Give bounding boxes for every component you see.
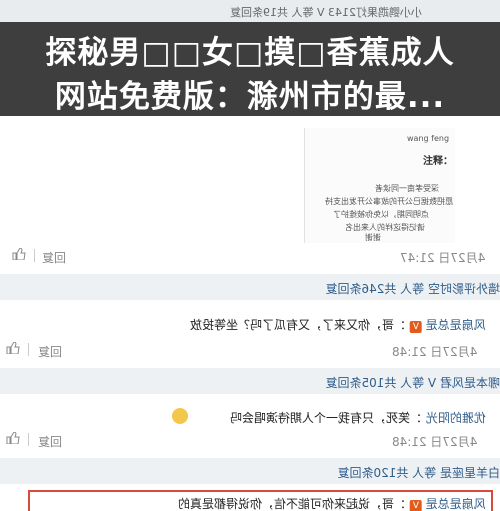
comment-2-actions: 回复 4月27日 21:48 [0,340,500,360]
top-partial-row: 小小鹦鹉果灯2143 V 等人 共19条回复 [0,4,500,20]
document-line-5: 谢谢 [365,233,381,242]
document-line-3: 点明同期，以免你被维护了 [333,210,429,219]
title-line-1: 探秘男□□女□摸□香蕉成人 [45,35,455,71]
comment-3-actions: 回复 4月27日 21:48 [0,430,500,450]
reply-link[interactable]: 回复 [38,343,62,360]
comment-body: ：笑死，只有我一个人期待演唱会吗 [230,411,423,425]
thumbs-up-icon[interactable] [6,342,20,354]
document-image: wang feng 注释： 深受孝南一同读者 愿把数据已公开的故事公开发出支持 … [304,128,455,243]
reply-summary-2[interactable]: 哪本是风君 V 等人 共105条回复 [0,368,500,394]
reply-summary-text[interactable]: 墙外评影时空 等人 共246条回复 [0,280,500,297]
title-line-2: 网站免费版：滁州市的最... [54,79,446,115]
reply-link[interactable]: 回复 [42,249,66,266]
comment-4: 风扇是总是 V ：哥，说起来你可能不信，你说得都是真的 [0,494,500,511]
comment-text: 优雅的阳光 ：笑死，只有我一个人期待演唱会吗 [230,409,486,426]
document-note-title: 注释： [423,156,453,167]
thumbs-up-icon[interactable] [12,248,26,260]
comment-body: ：哥，说起来你可能不信，你说得都是真的 [178,497,407,511]
document-sender: wang feng [407,134,450,143]
comment-username[interactable]: 优雅的阳光 [426,411,486,425]
divider [28,343,29,356]
top-partial-text: 小小鹦鹉果灯2143 V 等人 共19条回复 [230,6,423,19]
comment-3: 优雅的阳光 ：笑死，只有我一个人期待演唱会吗 [0,405,500,429]
comment-2: 风扇是总是 V ：哥，你又来了，又有瓜了吗？坐等投放 [0,312,500,336]
emoji-icon [172,408,188,424]
comment-timestamp: 4月27日 21:47 [400,251,486,265]
verified-badge: V [410,321,423,333]
document-line-4: 请记得这样的人来出名 [345,223,425,232]
comment-timestamp: 4月27日 21:48 [392,435,478,449]
verified-badge: V [410,500,423,511]
comment-text: 风扇是总是 V ：哥，你又来了，又有瓜了吗？坐等投放 [190,316,486,333]
divider [28,433,29,446]
divider [34,249,35,262]
reply-summary-text[interactable]: 白羊星座是 等人 共120条回复 [0,464,500,481]
comment-body: ：哥，你又来了，又有瓜了吗？坐等投放 [190,318,407,332]
reply-summary-text[interactable]: 哪本是风君 V 等人 共105条回复 [0,374,500,391]
document-line-1: 深受孝南一同读者 [375,184,439,193]
comment-text: 风扇是总是 V ：哥，说起来你可能不信，你说得都是真的 [178,495,486,511]
thumbs-up-icon[interactable] [6,432,20,444]
comment-username[interactable]: 风扇是总是 [426,318,486,332]
comment-username[interactable]: 风扇是总是 [426,497,486,511]
reply-summary-3[interactable]: 白羊星座是 等人 共120条回复 [0,458,500,484]
reply-summary-1[interactable]: 墙外评影时空 等人 共246条回复 [0,274,500,300]
comment-timestamp: 4月27日 21:48 [392,345,478,359]
reply-link[interactable]: 回复 [38,433,62,450]
document-line-2: 愿把数据已公开的故事公开发出支持 [325,197,453,206]
comment-1-actions: 回复 4月27日 21:47 [0,246,500,266]
